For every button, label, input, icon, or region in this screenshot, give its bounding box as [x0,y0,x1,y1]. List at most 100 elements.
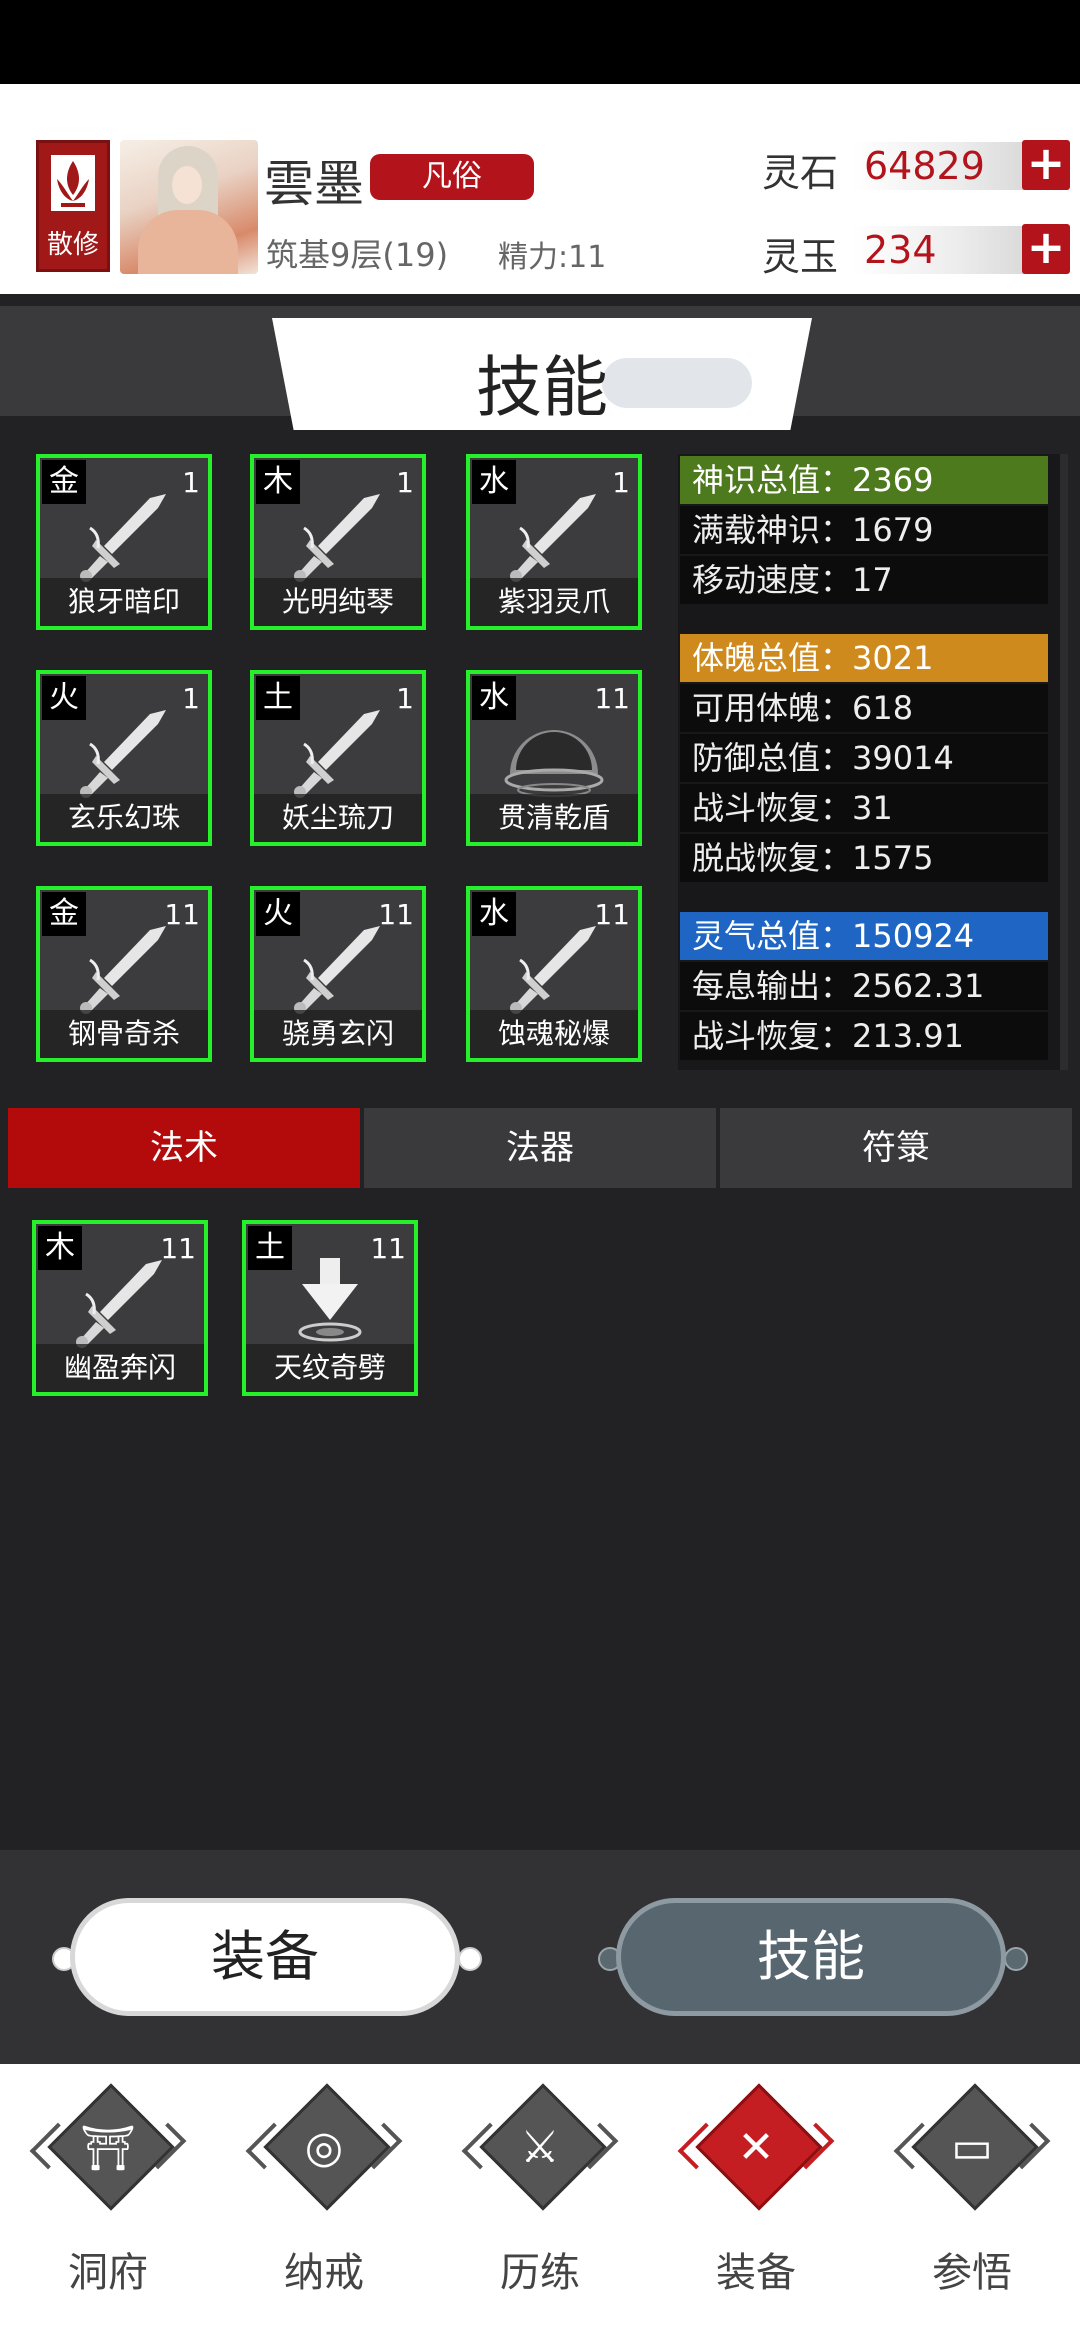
nav-item-cave[interactable]: ⛩ 洞府 [0,2064,216,2340]
skill-name: 骁勇玄闪 [254,1010,422,1058]
sword-icon [70,488,178,584]
page-title: 技能 [476,349,608,426]
sword-icon [66,1254,174,1350]
ground-strike-icon [276,1254,384,1350]
skill-name: 妖尘琉刀 [254,794,422,842]
skill-name: 紫羽灵爪 [470,578,638,626]
rank-badge: 凡俗 [370,154,534,200]
status-bar [0,0,1080,84]
skill-name: 天纹奇劈 [246,1344,414,1392]
equipment-icon: ✕ [737,2122,775,2173]
tab-artifacts[interactable]: 法器 [364,1108,716,1188]
avatar[interactable] [120,140,258,274]
nav-label: 参悟 [932,2250,1012,2296]
skill-card[interactable]: 水 11 贯清乾盾 [466,670,642,846]
skill-card[interactable]: 水 1 紫羽灵爪 [466,454,642,630]
skill-card[interactable]: 土 11 天纹奇劈 [242,1220,418,1396]
realm-level: 筑基9层(19) [266,236,449,274]
skill-level: 1 [182,682,200,715]
skill-card[interactable]: 火 11 骁勇玄闪 [250,886,426,1062]
stat-row: 战斗恢复：213.91 [680,1012,1048,1060]
sword-icon [284,704,392,800]
player-name: 雲墨 [264,155,364,213]
skill-card[interactable]: 木 11 幽盈奔闪 [32,1220,208,1396]
skills-view-button[interactable]: 技能 [616,1898,1006,2016]
stat-group-header: 灵气总值：150924 [680,912,1048,960]
energy-value: 精力:11 [498,240,607,275]
avatar-face [172,166,202,204]
ring-icon: ◎ [304,2122,344,2173]
nav-icon-frame: ▭ [893,2083,1051,2220]
lotus-icon [51,155,95,211]
tab-talismans[interactable]: 符箓 [720,1108,1072,1188]
sword-icon [500,488,608,584]
skill-card[interactable]: 金 11 钢骨奇杀 [36,886,212,1062]
nav-icon-frame: ◎ [245,2083,403,2220]
sword-icon [284,488,392,584]
skill-level: 1 [182,466,200,499]
gate-icon: ⛩ [80,2123,136,2174]
stats-panel: 神识总值：2369 满载神识：1679 移动速度：17 体魄总值：3021 可用体魄：6… [678,454,1068,1070]
add-spirit-jade-button[interactable]: + [1022,224,1070,274]
nav-label: 历练 [500,2250,580,2296]
skill-card[interactable]: 水 11 蚀魂秘爆 [466,886,642,1062]
equipment-view-button[interactable]: 装备 [70,1898,460,2016]
sword-icon [500,920,608,1016]
nav-item-insight[interactable]: ▭ 参悟 [864,2064,1080,2340]
currency-label: 灵玉 [762,235,839,279]
sect-label: 散修 [46,230,99,260]
skill-card[interactable]: 火 1 玄乐幻珠 [36,670,212,846]
sword-icon [70,920,178,1016]
nav-label: 纳戒 [284,2250,364,2296]
currency-label: 灵石 [762,151,839,195]
skill-name: 钢骨奇杀 [40,1010,208,1058]
skill-card[interactable]: 木 1 光明纯琴 [250,454,426,630]
nav-label: 洞府 [68,2250,148,2296]
stat-row: 战斗恢复：31 [680,784,1048,832]
nav-item-equipment[interactable]: ✕ 装备 [648,2064,864,2340]
skill-name: 幽盈奔闪 [36,1344,204,1392]
currency-spirit-stone: 灵石 64829 + [760,136,1070,198]
skill-level: 1 [396,466,414,499]
currency-value-box: 234 [852,226,1032,274]
currency-value: 234 [864,228,937,272]
currency-value: 64829 [864,144,985,188]
nav-icon-frame: ⚔ [461,2083,619,2220]
nav-label: 装备 [716,2250,796,2296]
nav-item-ring[interactable]: ◎ 纳戒 [216,2064,432,2340]
nav-icon-frame: ⛩ [29,2083,187,2220]
skill-name: 光明纯琴 [254,578,422,626]
skill-card[interactable]: 土 1 妖尘琉刀 [250,670,426,846]
skill-level: 1 [612,466,630,499]
stat-group-header: 神识总值：2369 [680,456,1048,504]
stat-row: 满载神识：1679 [680,506,1048,554]
stat-row: 可用体魄：618 [680,684,1048,732]
avatar-robe [138,210,238,274]
switch-dot [458,1947,482,1971]
shield-dome-icon [500,704,608,800]
skill-name: 蚀魂秘爆 [470,1010,638,1058]
add-spirit-stone-button[interactable]: + [1022,140,1070,190]
currency-spirit-jade: 灵玉 234 + [760,220,1070,282]
skill-name: 狼牙暗印 [40,578,208,626]
player-header: 散修 雲墨 凡俗 筑基9层(19) 精力:11 灵石 64829 + 灵玉 23… [0,84,1080,294]
stat-row: 每息输出：2562.31 [680,962,1048,1010]
category-tabs: 法术 法器 符箓 [0,1104,1080,1190]
title-tab: 技能 [272,318,812,430]
skill-name: 贯清乾盾 [470,794,638,842]
nav-icon-frame: ✕ [677,2083,835,2220]
bottom-nav: ⛩ 洞府 ◎ 纳戒 ⚔ 历练 ✕ 装备 ▭ 参悟 [0,2064,1080,2340]
skill-level: 1 [396,682,414,715]
sect-badge[interactable]: 散修 [36,140,110,272]
book-icon: ▭ [951,2122,993,2173]
sword-icon [70,704,178,800]
sword-icon [284,920,392,1016]
stat-row: 移动速度：17 [680,556,1048,604]
crossed-swords-icon: ⚔ [520,2122,560,2173]
tab-spells[interactable]: 法术 [8,1108,360,1188]
skill-card[interactable]: 金 1 狼牙暗印 [36,454,212,630]
stat-row: 防御总值：39014 [680,734,1048,782]
skill-name: 玄乐幻珠 [40,794,208,842]
switch-dot [1004,1947,1028,1971]
nav-item-training[interactable]: ⚔ 历练 [432,2064,648,2340]
